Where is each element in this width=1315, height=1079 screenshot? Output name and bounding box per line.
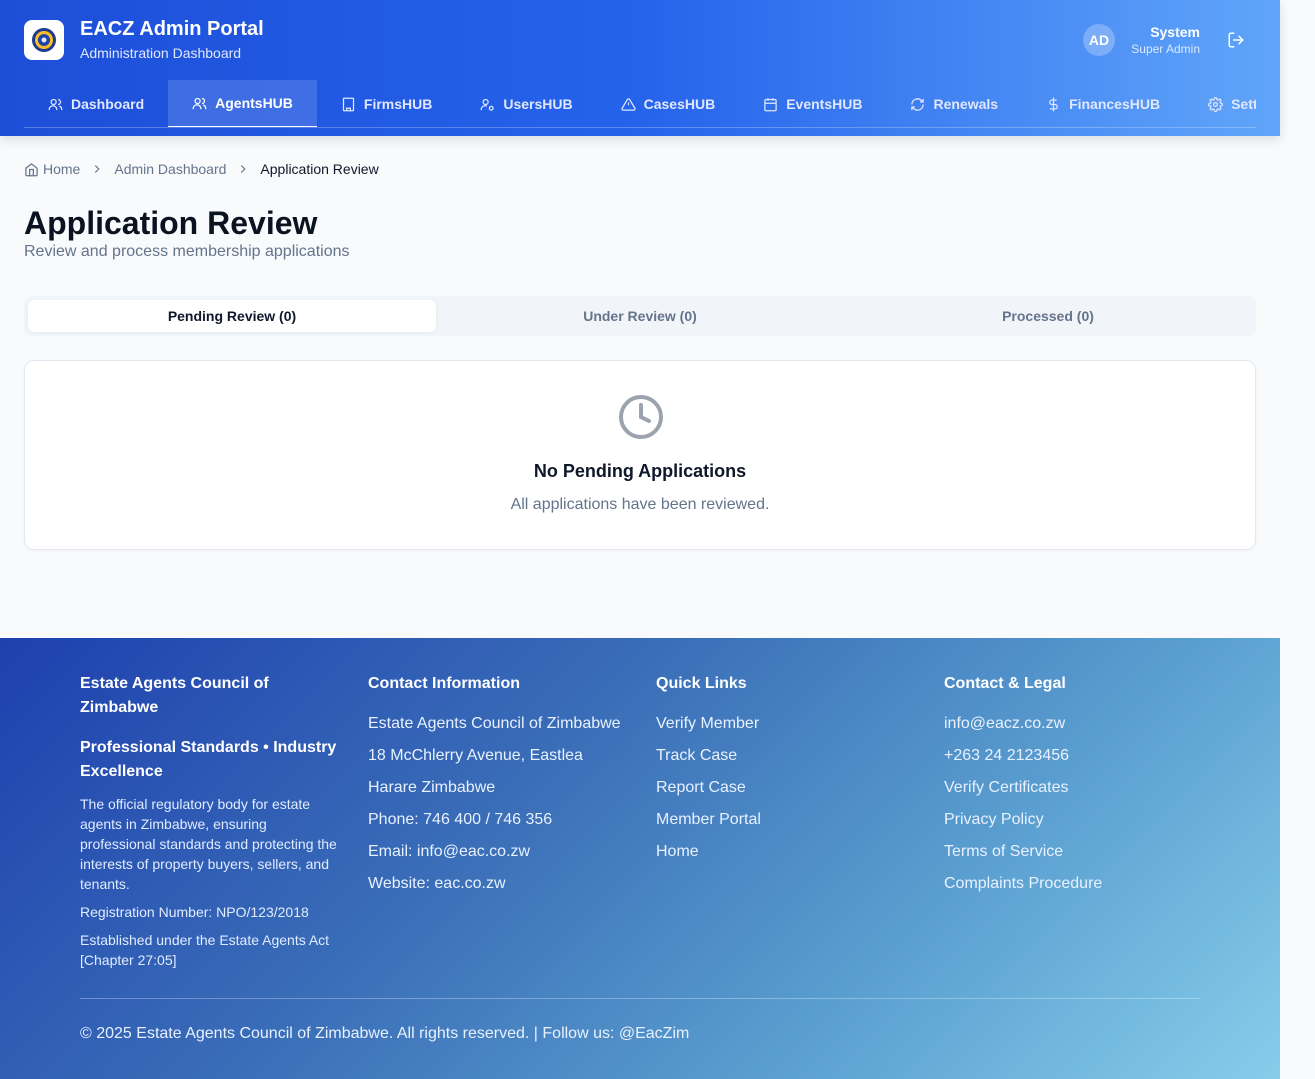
footer-registration: Registration Number: NPO/123/2018 bbox=[80, 904, 309, 920]
gear-icon bbox=[1208, 96, 1224, 112]
breadcrumb-admin-dashboard[interactable]: Admin Dashboard bbox=[114, 161, 226, 177]
footer-contact-line: 18 McChlerry Avenue, Eastlea bbox=[368, 747, 583, 764]
nav-label: Settings bbox=[1231, 96, 1256, 112]
nav-label: EventsHUB bbox=[786, 96, 863, 112]
footer-link-home[interactable]: Home bbox=[656, 840, 916, 864]
footer-link-complaints-procedure[interactable]: Complaints Procedure bbox=[944, 872, 1204, 896]
footer-divider bbox=[80, 998, 1200, 999]
logout-icon[interactable] bbox=[1227, 31, 1245, 49]
empty-state-card: No Pending Applications All applications… bbox=[24, 360, 1256, 550]
nav-label: Dashboard bbox=[71, 96, 145, 112]
tab-pending-review[interactable]: Pending Review (0) bbox=[28, 300, 436, 332]
footer-link-track-case[interactable]: Track Case bbox=[656, 744, 916, 768]
breadcrumb-home[interactable]: Home bbox=[24, 161, 80, 177]
main-nav: Dashboard AgentsHUB FirmsHUB UsersHUB Ca… bbox=[24, 80, 1256, 128]
refresh-icon bbox=[911, 97, 925, 111]
footer-contact-line: Website: eac.co.zw bbox=[368, 875, 506, 892]
footer-contact: Contact Information Estate Agents Counci… bbox=[368, 672, 628, 904]
nav-eventshub[interactable]: EventsHUB bbox=[739, 80, 886, 127]
empty-state-title: No Pending Applications bbox=[533, 461, 747, 481]
nav-renewals[interactable]: Renewals bbox=[886, 80, 1022, 127]
site-footer: Estate Agents Council of Zimbabwe Profes… bbox=[0, 638, 1280, 1079]
users-icon bbox=[48, 98, 63, 110]
nav-agentshub[interactable]: AgentsHUB bbox=[168, 80, 317, 127]
nav-caseshub[interactable]: CasesHUB bbox=[597, 80, 740, 127]
nav-dashboard[interactable]: Dashboard bbox=[24, 80, 168, 127]
user-role: Super Admin bbox=[1131, 42, 1200, 56]
breadcrumb-current: Application Review bbox=[260, 161, 379, 177]
footer-established: Established under the Estate Agents Act … bbox=[80, 932, 330, 968]
footer-tagline: Professional Standards • Industry Excell… bbox=[80, 739, 337, 780]
nav-label: UsersHUB bbox=[503, 96, 573, 112]
nav-label: CasesHUB bbox=[643, 96, 716, 112]
seal-icon bbox=[32, 28, 56, 52]
footer-copyright: © 2025 Estate Agents Council of Zimbabwe… bbox=[80, 1025, 690, 1042]
footer-quick-links-title: Quick Links bbox=[656, 675, 747, 692]
footer-contact-line: Email: info@eac.co.zw bbox=[368, 843, 531, 860]
review-tabs: Pending Review (0) Under Review (0) Proc… bbox=[24, 296, 1256, 336]
page-title: Application Review bbox=[24, 205, 318, 241]
alert-triangle-icon bbox=[620, 97, 636, 111]
nav-label: Renewals bbox=[933, 96, 999, 112]
footer-legal-title: Contact & Legal bbox=[944, 675, 1066, 692]
eacz-logo[interactable] bbox=[24, 20, 64, 60]
footer-link-phone[interactable]: +263 24 2123456 bbox=[944, 744, 1204, 768]
calendar-icon bbox=[764, 97, 777, 111]
dollar-icon bbox=[1049, 97, 1058, 111]
footer-description: The official regulatory body for estate … bbox=[80, 796, 337, 892]
footer-contact-line: Estate Agents Council of Zimbabwe bbox=[368, 715, 621, 732]
tab-under-review[interactable]: Under Review (0) bbox=[436, 300, 844, 332]
footer-org-name: Estate Agents Council of Zimbabwe bbox=[80, 675, 269, 716]
footer-link-privacy-policy[interactable]: Privacy Policy bbox=[944, 808, 1204, 832]
footer-link-report-case[interactable]: Report Case bbox=[656, 776, 916, 800]
footer-contact-line: Phone: 746 400 / 746 356 bbox=[368, 811, 553, 828]
portal-title: EACZ Admin Portal bbox=[80, 18, 264, 40]
chevron-right-icon bbox=[241, 165, 246, 173]
footer-link-verify-member[interactable]: Verify Member bbox=[656, 712, 916, 736]
user-cog-icon bbox=[481, 98, 495, 111]
breadcrumb-home-label: Home bbox=[43, 161, 81, 177]
nav-firmshub[interactable]: FirmsHUB bbox=[317, 80, 456, 127]
footer-about: Estate Agents Council of Zimbabwe Profes… bbox=[80, 672, 340, 978]
user-name: System bbox=[1150, 24, 1200, 40]
building-icon bbox=[342, 97, 355, 111]
footer-legal: Contact & Legal info@eacz.co.zw +263 24 … bbox=[944, 672, 1204, 904]
footer-contact-title: Contact Information bbox=[368, 675, 520, 692]
nav-label: FinancesHUB bbox=[1069, 96, 1161, 112]
footer-link-terms-of-service[interactable]: Terms of Service bbox=[944, 840, 1204, 864]
tab-processed[interactable]: Processed (0) bbox=[844, 300, 1252, 332]
portal-subtitle: Administration Dashboard bbox=[80, 45, 242, 61]
footer-contact-line: Harare Zimbabwe bbox=[368, 779, 496, 796]
nav-usershub[interactable]: UsersHUB bbox=[456, 80, 596, 127]
nav-label: AgentsHUB bbox=[215, 95, 293, 111]
top-header: EACZ Admin Portal Administration Dashboa… bbox=[0, 0, 1280, 136]
home-icon bbox=[25, 162, 38, 176]
users-icon bbox=[192, 97, 207, 109]
page-subtitle: Review and process membership applicatio… bbox=[24, 243, 350, 260]
breadcrumb: Home Admin Dashboard Application Review bbox=[24, 161, 379, 177]
nav-label: FirmsHUB bbox=[363, 96, 433, 112]
footer-link-email[interactable]: info@eacz.co.zw bbox=[944, 712, 1204, 736]
footer-link-verify-certificates[interactable]: Verify Certificates bbox=[944, 776, 1204, 800]
footer-quick-links: Quick Links Verify Member Track Case Rep… bbox=[656, 672, 916, 872]
user-avatar[interactable]: AD bbox=[1083, 24, 1115, 56]
clock-icon bbox=[619, 395, 663, 439]
nav-settings[interactable]: Settings bbox=[1184, 80, 1256, 127]
nav-financeshub[interactable]: FinancesHUB bbox=[1022, 80, 1184, 127]
empty-state-message: All applications have been reviewed. bbox=[510, 496, 770, 513]
footer-link-member-portal[interactable]: Member Portal bbox=[656, 808, 916, 832]
chevron-right-icon bbox=[95, 165, 100, 173]
